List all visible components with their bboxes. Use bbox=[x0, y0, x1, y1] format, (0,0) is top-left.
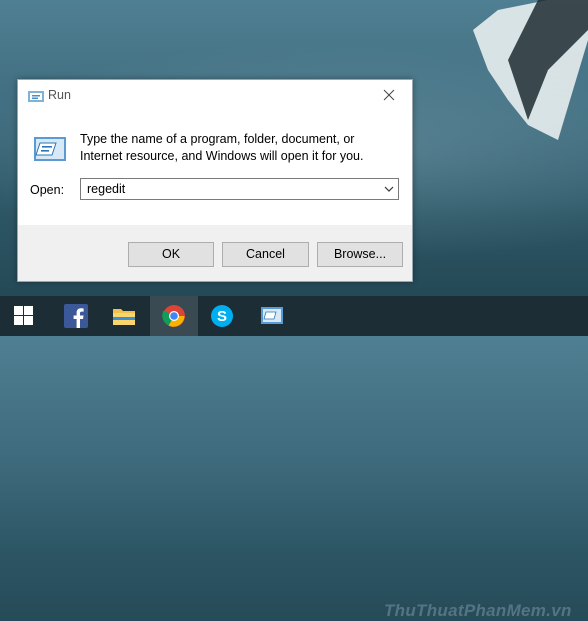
open-input-value: regedit bbox=[87, 182, 126, 196]
open-label: Open: bbox=[30, 183, 65, 197]
run-icon bbox=[261, 307, 283, 324]
dialog-description: Type the name of a program, folder, docu… bbox=[80, 132, 364, 163]
start-button[interactable] bbox=[0, 296, 48, 336]
browse-button[interactable]: Browse... bbox=[317, 242, 403, 267]
windows-start-icon bbox=[14, 306, 33, 325]
watermark: ThuThuatPhanMem.vn bbox=[384, 601, 572, 620]
titlebar: Run bbox=[18, 80, 412, 111]
close-icon bbox=[383, 89, 395, 101]
run-icon bbox=[34, 137, 66, 161]
svg-text:S: S bbox=[217, 308, 227, 325]
chevron-down-icon[interactable] bbox=[384, 185, 394, 193]
wallpaper-shape bbox=[473, 0, 588, 140]
dialog-content: Type the name of a program, folder, docu… bbox=[18, 111, 412, 225]
taskbar: S ThuThuatPhanMem.vn bbox=[0, 296, 588, 620]
taskbar-chrome[interactable] bbox=[150, 296, 198, 336]
dialog-title: Run bbox=[48, 88, 71, 102]
taskbar-skype[interactable]: S bbox=[198, 296, 246, 336]
skype-icon: S bbox=[211, 305, 233, 327]
run-dialog: Run Type the name of a program, folder, … bbox=[17, 79, 413, 282]
facebook-icon bbox=[64, 304, 88, 328]
file-explorer-icon bbox=[113, 309, 135, 325]
taskbar-run[interactable] bbox=[248, 296, 296, 336]
close-button[interactable] bbox=[368, 80, 412, 111]
run-icon bbox=[28, 91, 44, 102]
open-input[interactable]: regedit bbox=[80, 178, 399, 200]
taskbar-facebook[interactable] bbox=[52, 296, 100, 336]
ok-button[interactable]: OK bbox=[128, 242, 214, 267]
chrome-icon bbox=[162, 305, 185, 327]
taskbar-file-explorer[interactable] bbox=[100, 296, 148, 336]
cancel-button[interactable]: Cancel bbox=[222, 242, 309, 267]
